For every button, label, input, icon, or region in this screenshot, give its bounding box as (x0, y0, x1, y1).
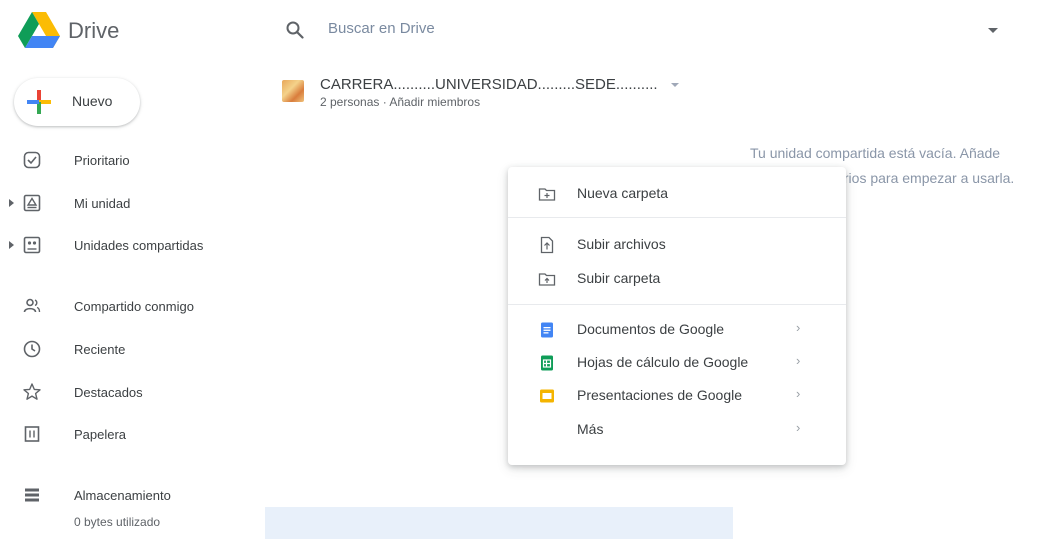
my-drive-icon (23, 194, 41, 212)
sidebar-item-my-drive[interactable]: Mi unidad (0, 189, 240, 217)
menu-item-google-docs[interactable]: Documentos de Google › (508, 313, 846, 345)
menu-item-new-folder[interactable]: Nueva carpeta (508, 177, 846, 209)
menu-item-google-sheets[interactable]: Hojas de cálculo de Google › (508, 346, 846, 378)
sidebar-item-recent[interactable]: Reciente (0, 335, 240, 363)
app-title: Drive (68, 18, 120, 43)
new-button-label: Nuevo (72, 93, 113, 109)
search-options-icon[interactable] (988, 28, 998, 33)
sidebar-item-trash[interactable]: Papelera (0, 420, 240, 448)
sidebar-item-label: Compartido conmigo (74, 299, 194, 314)
menu-item-label: Presentaciones de Google (577, 387, 742, 403)
menu-item-upload-folder[interactable]: Subir carpeta (508, 262, 846, 294)
priority-icon (23, 151, 41, 169)
drive-logo-icon[interactable] (18, 12, 60, 50)
new-button[interactable]: Nuevo (14, 78, 140, 126)
google-slides-icon (540, 389, 554, 403)
sidebar-item-shared-with-me[interactable]: Compartido conmigo (0, 292, 240, 320)
file-upload-icon (540, 236, 554, 254)
menu-item-label: Subir carpeta (577, 270, 661, 286)
chevron-right-icon: › (796, 386, 801, 401)
shared-drive-title[interactable]: CARRERA..........UNIVERSIDAD.........SED… (320, 76, 658, 93)
storage-used-text: 0 bytes utilizado (74, 515, 161, 529)
sidebar-item-label: Almacenamiento (74, 488, 171, 503)
sidebar-item-storage[interactable]: Almacenamiento (0, 481, 240, 509)
sidebar-item-label: Mi unidad (74, 196, 131, 211)
sidebar-item-label: Prioritario (74, 153, 130, 168)
shared-drive-members[interactable]: 2 personas · Añadir miembros (320, 95, 480, 109)
new-folder-icon (538, 188, 556, 201)
chevron-down-icon[interactable] (671, 83, 679, 87)
menu-item-more[interactable]: Más › (508, 413, 846, 445)
clock-icon (23, 340, 41, 358)
empty-state-text-line2: iarios para empezar a usarla. (833, 170, 1015, 186)
search-input[interactable] (326, 19, 930, 38)
menu-item-label: Más (577, 421, 604, 437)
sidebar-item-priority[interactable]: Prioritario (0, 146, 240, 174)
expand-arrow-icon[interactable] (9, 199, 14, 207)
shared-drives-icon (23, 236, 41, 254)
menu-item-label: Hojas de cálculo de Google (577, 354, 749, 370)
trash-icon (24, 426, 40, 442)
menu-divider (508, 304, 846, 305)
menu-item-label: Documentos de Google (577, 321, 725, 337)
folder-upload-icon (538, 273, 556, 286)
sidebar-item-label: Reciente (74, 342, 126, 357)
storage-icon (25, 488, 39, 502)
plus-icon (27, 90, 51, 114)
menu-item-google-slides[interactable]: Presentaciones de Google › (508, 379, 846, 411)
sidebar-item-label: Unidades compartidas (74, 238, 204, 253)
menu-item-label: Subir archivos (577, 236, 666, 252)
google-sheets-icon (541, 355, 553, 371)
shared-drive-thumbnail (282, 80, 304, 102)
chevron-right-icon: › (796, 320, 801, 335)
search-icon[interactable] (286, 21, 304, 39)
drop-zone-band (265, 507, 733, 539)
shared-with-me-icon (23, 298, 41, 313)
google-docs-icon (541, 322, 553, 338)
chevron-right-icon: › (796, 353, 801, 368)
expand-arrow-icon[interactable] (9, 241, 14, 249)
star-icon (23, 383, 41, 400)
empty-state-text-line1: Tu unidad compartida está vacía. Añade (750, 145, 1001, 161)
sidebar-item-starred[interactable]: Destacados (0, 378, 240, 406)
chevron-right-icon: › (796, 420, 801, 435)
sidebar-item-shared-drives[interactable]: Unidades compartidas (0, 231, 240, 259)
new-item-menu: Nueva carpeta Subir archivos Subir carpe… (508, 167, 846, 465)
menu-divider (508, 217, 846, 218)
menu-item-upload-files[interactable]: Subir archivos (508, 228, 846, 260)
sidebar-item-label: Papelera (74, 427, 127, 442)
sidebar-item-label: Destacados (74, 385, 143, 400)
menu-item-label: Nueva carpeta (577, 185, 669, 201)
